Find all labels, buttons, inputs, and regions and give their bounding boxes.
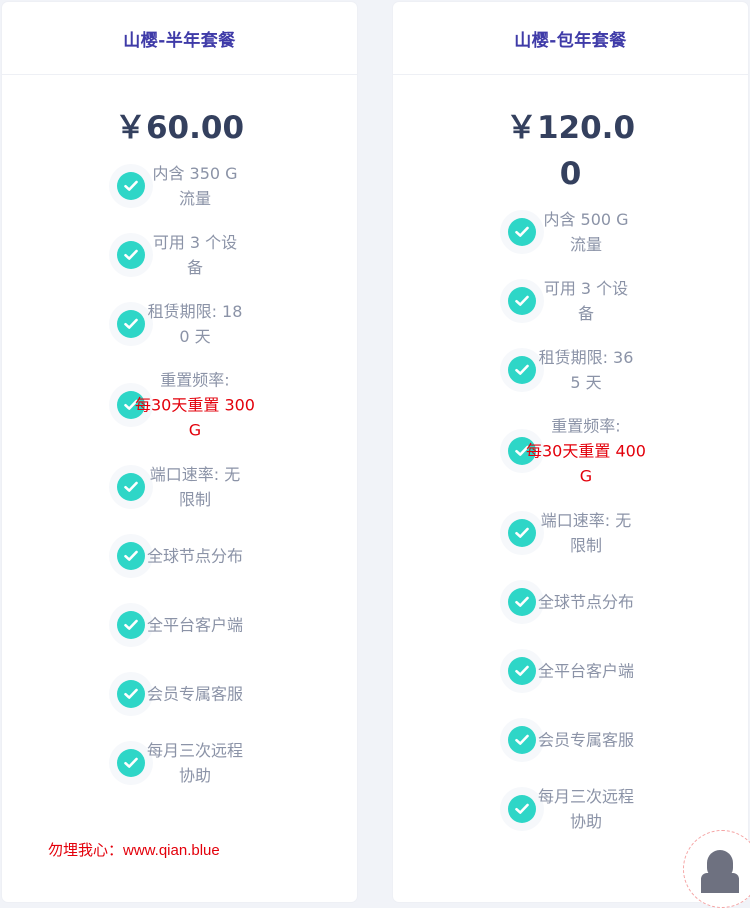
check-circle-icon [117,472,145,501]
plan-feature-highlight: 每30天重置 400G [526,441,646,486]
plan-feature-item: 重置频率: 每30天重置 400G [393,404,748,498]
plan-feature-list: 内含 500 G 流量 可用 3 个设备 租赁期限: 365 天重置频率: 每30天重… [393,197,748,843]
plan-title: 山樱-包年套餐 [514,30,627,51]
plan-feature-label: 全球节点分布 [537,592,634,611]
plan-card-half-year[interactable]: 山樱-半年套餐 ￥60.00 内含 350 G 流量 可用 3 个设备 租赁期限: … [2,2,357,902]
plan-feature-text: 租赁期限: 180 天 [145,299,245,349]
plan-price: ￥120.00 [505,110,636,192]
plan-feature-label: 全平台客户端 [537,661,634,680]
plan-feature-item: 每月三次远程协助 [2,728,357,797]
plan-feature-text: 租赁期限: 365 天 [536,345,636,395]
plan-feature-label: 端口速率: 无限制 [149,464,241,509]
plan-feature-label: 重置频率: [551,416,621,436]
plan-feature-text: 每月三次远程协助 [536,784,636,834]
plan-feature-item: 租赁期限: 180 天 [2,289,357,358]
plan-feature-item: 重置频率: 每30天重置 300G [2,358,357,452]
check-circle-icon [117,541,145,570]
plan-feature-text: 可用 3 个设备 [145,230,245,280]
plan-feature-text: 内含 350 G 流量 [145,161,245,211]
check-circle-icon [508,518,536,547]
check-circle-icon [117,309,145,338]
plan-feature-label: 每月三次远程协助 [146,740,243,785]
plan-feature-label: 租赁期限: 365 天 [538,347,634,392]
plan-feature-item: 会员专属客服 [2,659,357,728]
plan-feature-label: 租赁期限: 180 天 [147,301,243,346]
plan-feature-text: 重置频率: 每30天重置 400G [526,414,646,489]
plan-feature-item: 租赁期限: 365 天 [393,335,748,404]
plan-feature-text: 可用 3 个设备 [536,276,636,326]
plan-card-full-year[interactable]: 山樱-包年套餐 ￥120.00 内含 500 G 流量 可用 3 个设备 租赁期限:… [393,2,748,902]
plan-feature-label: 可用 3 个设备 [543,278,629,323]
plan-feature-label: 内含 350 G 流量 [152,163,238,208]
check-circle-icon [117,679,145,708]
plan-feature-item: 可用 3 个设备 [393,266,748,335]
plan-feature-text: 重置频率: 每30天重置 300G [135,368,255,443]
plan-feature-label: 会员专属客服 [537,730,634,749]
plan-feature-label: 端口速率: 无限制 [540,510,632,555]
check-circle-icon [508,286,536,315]
plan-card-header: 山樱-包年套餐 [393,2,748,75]
plan-feature-label: 可用 3 个设备 [152,232,238,277]
plan-feature-list: 内含 350 G 流量 可用 3 个设备 租赁期限: 180 天重置频率: 每30天重… [2,151,357,797]
check-circle-icon [508,217,536,246]
plan-feature-text: 会员专属客服 [536,727,636,752]
plan-feature-label: 全球节点分布 [146,546,243,565]
check-circle-icon [117,240,145,269]
plan-feature-text: 端口速率: 无限制 [536,508,636,558]
avatar-body-shape [701,873,739,893]
check-circle-icon [117,171,145,200]
plan-feature-item: 端口速率: 无限制 [393,498,748,567]
plan-feature-highlight: 每30天重置 300G [135,395,255,440]
plan-feature-item: 内含 500 G 流量 [393,197,748,266]
plan-feature-text: 内含 500 G 流量 [536,207,636,257]
check-circle-icon [508,355,536,384]
check-circle-icon [508,725,536,754]
plan-feature-item: 全球节点分布 [393,567,748,636]
plan-feature-text: 全球节点分布 [536,589,636,614]
plan-feature-label: 全平台客户端 [146,615,243,634]
plan-feature-text: 每月三次远程协助 [145,738,245,788]
plan-feature-text: 全平台客户端 [145,612,245,637]
check-circle-icon [117,610,145,639]
plan-feature-text: 全平台客户端 [536,658,636,683]
plan-feature-item: 可用 3 个设备 [2,220,357,289]
plan-feature-item: 全球节点分布 [2,521,357,590]
plan-feature-text: 端口速率: 无限制 [145,462,245,512]
plan-feature-label: 重置频率: [160,370,230,390]
watermark-text: 勿埋我心：www.qian.blue [48,842,220,859]
plan-feature-item: 端口速率: 无限制 [2,452,357,521]
plan-price: ￥60.00 [114,110,245,146]
plan-card-header: 山樱-半年套餐 [2,2,357,75]
check-circle-icon [508,656,536,685]
check-circle-icon [117,748,145,777]
plan-feature-item: 内含 350 G 流量 [2,151,357,220]
plan-feature-label: 内含 500 G 流量 [543,209,629,254]
plan-feature-label: 每月三次远程协助 [537,786,634,831]
plan-feature-label: 会员专属客服 [146,684,243,703]
plan-feature-text: 会员专属客服 [145,681,245,706]
plan-feature-item: 每月三次远程协助 [393,774,748,843]
plan-feature-item: 全平台客户端 [393,636,748,705]
plan-title: 山樱-半年套餐 [123,30,236,51]
plan-feature-text: 全球节点分布 [145,543,245,568]
plan-feature-item: 全平台客户端 [2,590,357,659]
plan-feature-item: 会员专属客服 [393,705,748,774]
check-circle-icon [508,587,536,616]
check-circle-icon [508,794,536,823]
